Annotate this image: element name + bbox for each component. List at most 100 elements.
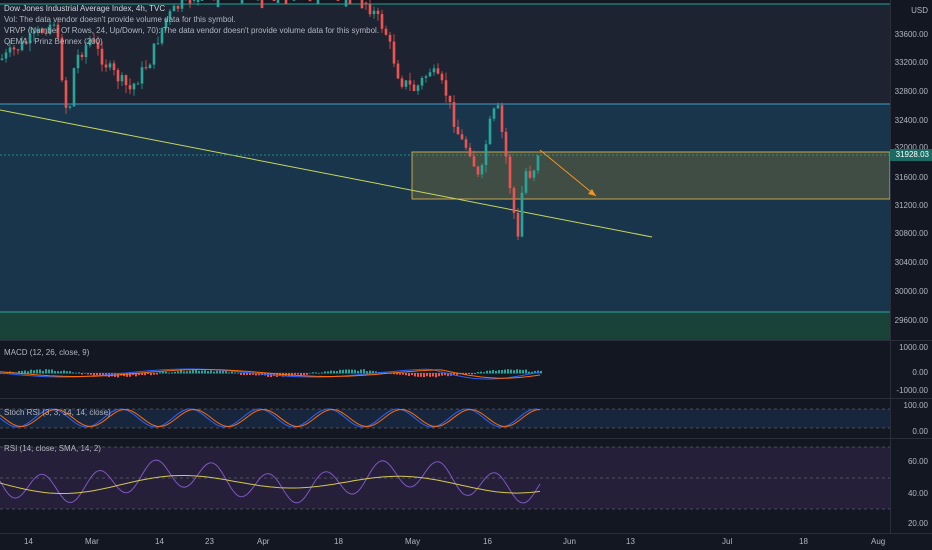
symbol-title[interactable]: Dow Jones Industrial Average Index, 4h, …: [4, 3, 379, 14]
candle-body: [404, 80, 408, 87]
macd-histogram-bar: [303, 373, 305, 376]
price-chart[interactable]: [0, 0, 890, 340]
candle-body: [108, 63, 112, 68]
macd-histogram-bar: [48, 369, 50, 374]
price-tick: 30800.00: [894, 229, 928, 238]
macd-histogram-bar: [60, 371, 62, 374]
candle-body: [464, 139, 468, 148]
demand-zone-green: [0, 312, 890, 340]
stoch-rsi-legend[interactable]: Stoch RSI (3, 3, 14, 14, close): [4, 407, 111, 418]
macd-histogram-bar: [78, 372, 80, 374]
macd-histogram-bar: [489, 370, 491, 374]
macd-histogram-bar: [435, 373, 437, 378]
macd-histogram-bar: [474, 373, 476, 374]
consolidation-box[interactable]: [411, 151, 890, 200]
candle-body: [508, 156, 512, 189]
macd-legend[interactable]: MACD (12, 26, close, 9): [4, 347, 89, 358]
macd-histogram-bar: [399, 373, 401, 375]
macd-histogram-bar: [144, 373, 146, 376]
macd-axis[interactable]: 1000.00 0.00 -1000.00: [890, 341, 932, 398]
macd-histogram-bar: [297, 373, 299, 375]
candle-body: [420, 77, 424, 86]
macd-histogram-bar: [336, 371, 338, 374]
macd-histogram-bar: [63, 370, 65, 374]
candle-body: [0, 58, 4, 60]
macd-histogram-bar: [417, 373, 419, 377]
candle-body: [488, 118, 492, 145]
candle-body: [452, 102, 456, 127]
macd-histogram-bar: [150, 373, 152, 376]
rsi-axis[interactable]: 60.00 40.00 20.00: [890, 439, 932, 533]
price-axis[interactable]: USD 33600.00 33200.00 32800.00 32400.00 …: [890, 0, 932, 340]
candle-body: [492, 108, 496, 119]
time-tick: 18: [799, 537, 808, 546]
macd-histogram-bar: [369, 370, 371, 374]
macd-chart: [0, 368, 542, 380]
macd-histogram-bar: [57, 371, 59, 374]
candle-body: [128, 85, 132, 90]
stoch-rsi-pane[interactable]: Stoch RSI (3, 3, 14, 14, close): [0, 399, 890, 438]
macd-histogram-bar: [27, 371, 29, 374]
rsi-pane[interactable]: RSI (14, close, SMA, 14, 2): [0, 439, 890, 533]
candle-body: [192, 0, 196, 1]
candle-body: [100, 48, 104, 65]
price-tick: 30000.00: [894, 287, 928, 296]
macd-histogram-bar: [468, 373, 470, 374]
macd-tick: 0.00: [912, 368, 928, 377]
stoch-rsi-axis[interactable]: 100.00 0.00: [890, 399, 932, 438]
time-tick: 13: [626, 537, 635, 546]
candle-body: [196, 0, 200, 3]
macd-histogram-bar: [159, 372, 161, 374]
macd-tick: 1000.00: [899, 343, 928, 352]
candle-body: [432, 68, 436, 73]
candle-body: [292, 0, 296, 1]
macd-histogram-bar: [510, 369, 512, 374]
stoch-tick: 100.00: [903, 401, 928, 410]
candle-body: [16, 49, 20, 51]
main-chart-pane[interactable]: Dow Jones Industrial Average Index, 4h, …: [0, 0, 890, 340]
macd-histogram-bar: [315, 372, 317, 374]
candle-body: [104, 64, 108, 68]
macd-pane[interactable]: MACD (12, 26, close, 9): [0, 341, 890, 398]
macd-histogram-bar: [153, 373, 155, 375]
time-tick: Mar: [85, 537, 99, 546]
candle-body: [460, 134, 464, 140]
macd-histogram-bar: [225, 370, 227, 374]
rsi-chart: [0, 446, 890, 510]
vrvp-legend[interactable]: VRVP (Number Of Rows, 24, Up/Down, 70): …: [4, 25, 379, 36]
candle-body: [408, 80, 412, 85]
qema-legend[interactable]: QEMA - Prinz Bennex (200): [4, 36, 379, 47]
macd-histogram-bar: [477, 372, 479, 374]
macd-histogram-bar: [345, 369, 347, 374]
candle-body: [456, 126, 460, 135]
vol-legend[interactable]: Vol: The data vendor doesn't provide vol…: [4, 14, 379, 25]
candle-body: [448, 95, 452, 103]
macd-histogram-bar: [366, 371, 368, 374]
macd-histogram-bar: [321, 372, 323, 374]
macd-histogram-bar: [210, 370, 212, 374]
macd-histogram-bar: [234, 372, 236, 374]
candle-body: [496, 105, 500, 109]
macd-histogram-bar: [519, 369, 521, 374]
macd-histogram-bar: [87, 373, 89, 375]
macd-histogram-bar: [423, 373, 425, 378]
macd-histogram-bar: [402, 373, 404, 375]
macd-histogram-bar: [177, 371, 179, 374]
candle-body: [124, 75, 128, 86]
macd-histogram-bar: [93, 373, 95, 376]
macd-histogram-bar: [81, 373, 83, 375]
macd-histogram-bar: [51, 369, 53, 374]
time-axis[interactable]: 14 Mar 14 23 Apr 18 May 16 Jun 13 Jul 18…: [0, 533, 932, 550]
macd-histogram-bar: [213, 371, 215, 374]
macd-histogram-bar: [420, 373, 422, 377]
candle-body: [384, 28, 388, 35]
rsi-legend[interactable]: RSI (14, close, SMA, 14, 2): [4, 443, 101, 454]
macd-histogram-bar: [192, 369, 194, 374]
candle-body: [272, 0, 276, 2]
macd-histogram-bar: [498, 370, 500, 374]
candle-body: [424, 76, 428, 78]
macd-histogram-bar: [174, 371, 176, 374]
macd-histogram-bar: [405, 373, 407, 376]
candle-body: [8, 47, 12, 53]
macd-histogram-bar: [318, 373, 320, 374]
